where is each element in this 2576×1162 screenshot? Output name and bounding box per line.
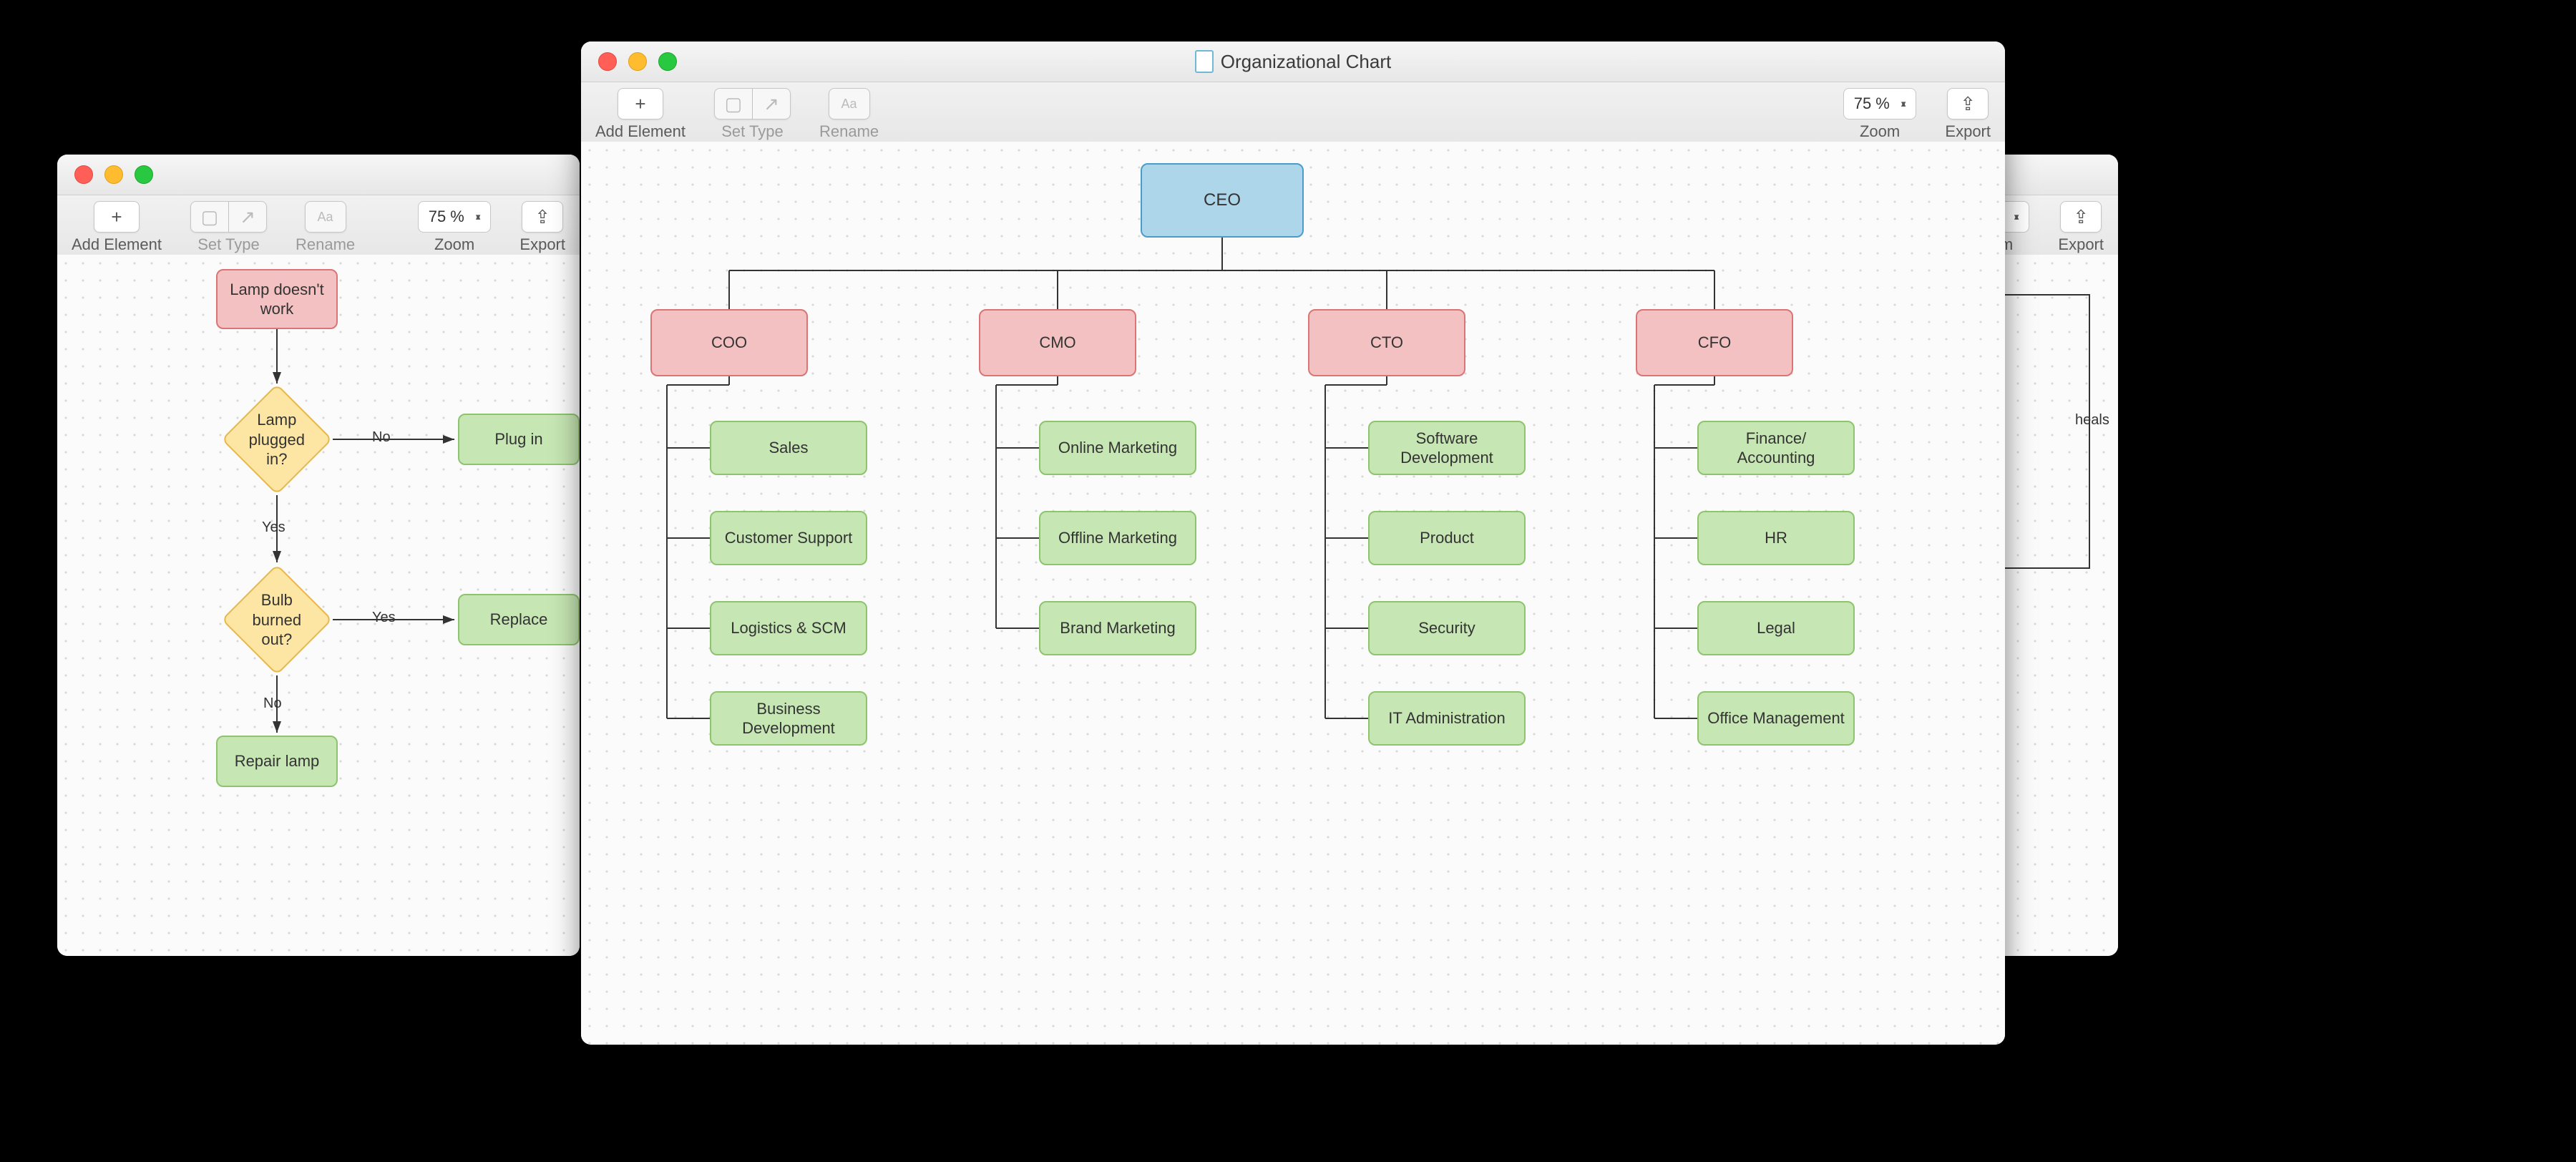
node-dept[interactable]: Software Development xyxy=(1368,421,1526,475)
canvas-lamp[interactable]: Lamp doesn't work Lamp plugged in? Plug … xyxy=(57,255,580,956)
node-dept[interactable]: Offline Marketing xyxy=(1039,511,1196,565)
toolbar: + Add Element ▢ ↗ Set Type Aa Rename 75 … xyxy=(581,82,2005,149)
zoom-value: 75 % xyxy=(429,208,464,226)
node-dept[interactable]: HR xyxy=(1697,511,1855,565)
node-bulb-burned[interactable]: Bulb burned out? xyxy=(221,564,333,675)
node-dept[interactable]: Sales xyxy=(710,421,867,475)
edge-label-yes: Yes xyxy=(262,519,286,536)
zoom-button[interactable] xyxy=(135,165,153,184)
zoom-value: 75 % xyxy=(1854,94,1890,113)
node-repair-lamp[interactable]: Repair lamp xyxy=(216,736,338,787)
settype-edge-button[interactable]: ↗ xyxy=(753,88,791,119)
edge-label-no: No xyxy=(263,695,282,712)
toolbar: + Add Element ▢ ↗ Set Type Aa Rename 75 … xyxy=(57,195,580,262)
node-replace[interactable]: Replace xyxy=(458,594,580,645)
node-dept[interactable]: Online Marketing xyxy=(1039,421,1196,475)
settype-label: Set Type xyxy=(721,122,783,141)
node-dept[interactable]: Security xyxy=(1368,601,1526,655)
node-lamp-broken[interactable]: Lamp doesn't work xyxy=(216,269,338,329)
node-plug-in[interactable]: Plug in xyxy=(458,414,580,465)
node-dept[interactable]: Brand Marketing xyxy=(1039,601,1196,655)
node-dept[interactable]: Logistics & SCM xyxy=(710,601,867,655)
minimize-button[interactable] xyxy=(104,165,123,184)
rename-button[interactable]: Aa xyxy=(305,201,346,233)
export-button[interactable]: ⇪ xyxy=(522,201,563,233)
titlebar[interactable]: Organizational Chart xyxy=(581,42,2005,82)
zoom-label: Zoom xyxy=(434,235,474,254)
export-button[interactable]: ⇪ xyxy=(1947,88,1989,119)
node-ceo[interactable]: CEO xyxy=(1141,163,1304,238)
edge-label-heals: heals xyxy=(2075,412,2109,429)
add-element-button[interactable]: + xyxy=(94,201,140,233)
window-lamp-flowchart: + Add Element ▢ ↗ Set Type Aa Rename 75 … xyxy=(57,155,580,956)
node-cfo[interactable]: CFO xyxy=(1636,309,1793,376)
zoom-stepper[interactable]: 75 % ▴▾ xyxy=(1843,88,1917,119)
node-dept[interactable]: Office Management xyxy=(1697,691,1855,746)
node-coo[interactable]: COO xyxy=(650,309,808,376)
edge-icon: ↗ xyxy=(240,206,255,228)
add-element-label: Add Element xyxy=(72,235,162,254)
rename-label: Rename xyxy=(819,122,879,141)
window-org-chart: Organizational Chart + Add Element ▢ ↗ S… xyxy=(581,42,2005,1045)
rename-label: Rename xyxy=(296,235,355,254)
settype-edge-button[interactable]: ↗ xyxy=(229,201,267,233)
titlebar[interactable] xyxy=(57,155,580,195)
zoom-label: Zoom xyxy=(1860,122,1900,141)
document-icon xyxy=(1195,50,1214,73)
rename-icon: Aa xyxy=(841,97,857,112)
zoom-stepper[interactable]: 75 % ▴▾ xyxy=(418,201,492,233)
node-dept[interactable]: Customer Support xyxy=(710,511,867,565)
export-button[interactable]: ⇪ xyxy=(2060,201,2102,233)
settype-label: Set Type xyxy=(197,235,259,254)
export-label: Export xyxy=(2058,235,2104,254)
node-dept[interactable]: IT Administration xyxy=(1368,691,1526,746)
export-label: Export xyxy=(1945,122,1991,141)
plus-icon: + xyxy=(111,206,122,228)
settype-node-button[interactable]: ▢ xyxy=(190,201,229,233)
node-cmo[interactable]: CMO xyxy=(979,309,1136,376)
close-button[interactable] xyxy=(74,165,93,184)
rename-button[interactable]: Aa xyxy=(829,88,870,119)
settype-node-button[interactable]: ▢ xyxy=(714,88,753,119)
node-lamp-plugged[interactable]: Lamp plugged in? xyxy=(221,384,333,495)
node-dept[interactable]: Business Development xyxy=(710,691,867,746)
minimize-button[interactable] xyxy=(628,52,647,71)
node-dept[interactable]: Product xyxy=(1368,511,1526,565)
add-element-button[interactable]: + xyxy=(618,88,663,119)
zoom-button[interactable] xyxy=(658,52,677,71)
edge-label-yes: Yes xyxy=(372,610,396,626)
export-icon: ⇪ xyxy=(2073,206,2089,228)
node-dept[interactable]: Finance/ Accounting xyxy=(1697,421,1855,475)
window-title: Organizational Chart xyxy=(581,50,2005,73)
add-element-label: Add Element xyxy=(595,122,686,141)
node-dept[interactable]: Legal xyxy=(1697,601,1855,655)
edge-label-no: No xyxy=(372,429,391,446)
node-icon: ▢ xyxy=(725,93,743,115)
close-button[interactable] xyxy=(598,52,617,71)
rename-icon: Aa xyxy=(318,210,333,225)
edge-icon: ↗ xyxy=(763,93,779,115)
export-label: Export xyxy=(519,235,565,254)
plus-icon: + xyxy=(635,93,645,115)
node-icon: ▢ xyxy=(201,206,219,228)
export-icon: ⇪ xyxy=(1960,93,1976,115)
export-icon: ⇪ xyxy=(535,206,550,228)
node-cto[interactable]: CTO xyxy=(1308,309,1465,376)
canvas-org[interactable]: CEO COO CMO CTO CFO Sales Customer Suppo… xyxy=(581,142,2005,1045)
